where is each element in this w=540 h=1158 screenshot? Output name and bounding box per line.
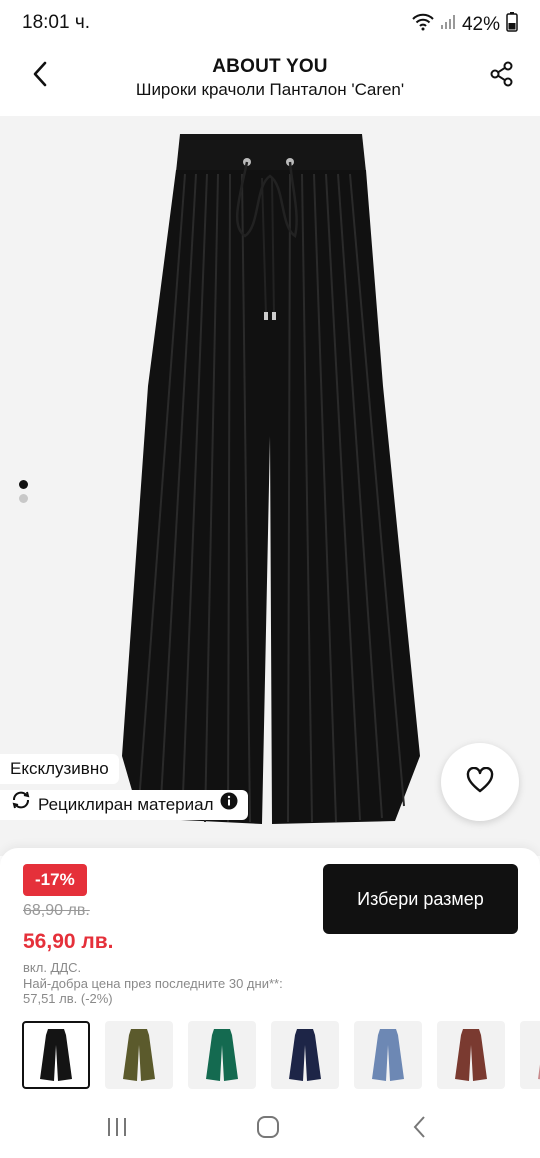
exclusive-badge: Ексклузивно (0, 754, 119, 784)
system-back-button[interactable] (403, 1112, 437, 1146)
lowest-price-text: Най-добра цена през последните 30 дни**: (23, 976, 283, 991)
heart-icon (466, 766, 494, 798)
recycled-badge: Рециклиран материал (0, 790, 248, 820)
app-header: ABOUT YOU Широки крачоли Панталон 'Caren… (0, 46, 540, 116)
home-icon (256, 1115, 280, 1144)
status-icons: 42% (412, 12, 518, 38)
battery-icon (506, 12, 518, 38)
info-icon[interactable] (220, 790, 238, 820)
wishlist-button[interactable] (441, 743, 519, 821)
product-gallery[interactable]: Ексклузивно Рециклиран материал (0, 116, 540, 856)
discount-badge: -17% (23, 864, 87, 896)
color-variants (22, 1021, 540, 1089)
lowest-price-note: Най-добра цена през последните 30 дни**:… (23, 976, 323, 1006)
variant-thumbnail-navy[interactable] (271, 1021, 339, 1089)
share-icon (489, 61, 515, 92)
pants-thumbnail-icon (538, 1064, 540, 1080)
pants-thumbnail-icon (40, 1029, 72, 1081)
system-nav-bar (0, 1100, 540, 1158)
back-arrow-icon (412, 1115, 428, 1144)
variant-thumbnail-pink[interactable] (520, 1021, 540, 1089)
old-price: 68,90 лв. (23, 902, 90, 919)
status-bar: 18:01 ч. 42% (0, 0, 540, 46)
lowest-price-value: 57,51 лв. (-2%) (23, 991, 113, 1006)
purchase-sheet: -17% 68,90 лв. 56,90 лв. вкл. ДДС. Най-д… (0, 848, 540, 1100)
variant-thumbnail-green[interactable] (188, 1021, 256, 1089)
signal-icon (440, 14, 456, 36)
recycled-label: Рециклиран материал (38, 795, 214, 814)
pager-dot[interactable] (19, 494, 28, 503)
variant-thumbnail-olive[interactable] (105, 1021, 173, 1089)
pants-thumbnail-icon (289, 1029, 321, 1081)
pants-thumbnail-icon (206, 1029, 238, 1081)
product-image (122, 134, 420, 824)
vat-note: вкл. ДДС. (23, 960, 82, 975)
pants-thumbnail-icon (123, 1029, 155, 1081)
share-button[interactable] (486, 60, 518, 92)
variant-thumbnail-rust[interactable] (437, 1021, 505, 1089)
battery-label: 42% (461, 14, 500, 35)
home-button[interactable] (251, 1112, 285, 1146)
status-time: 18:01 ч. (22, 12, 91, 33)
wifi-icon (412, 13, 434, 37)
gallery-pager (19, 480, 28, 503)
pager-dot-active[interactable] (19, 480, 28, 489)
pants-thumbnail-icon (372, 1029, 404, 1081)
brand-name: ABOUT YOU (212, 56, 328, 77)
product-title: Широки крачоли Панталон 'Caren' (135, 80, 405, 99)
recent-apps-icon (106, 1116, 128, 1143)
pants-thumbnail-icon (455, 1029, 487, 1081)
sale-price: 56,90 лв. (23, 930, 114, 953)
recent-apps-button[interactable] (100, 1112, 134, 1146)
variant-thumbnail-light-blue[interactable] (354, 1021, 422, 1089)
select-size-button[interactable]: Избери размер (323, 864, 518, 934)
variant-thumbnail-black[interactable] (22, 1021, 90, 1089)
recycle-icon (10, 789, 32, 821)
